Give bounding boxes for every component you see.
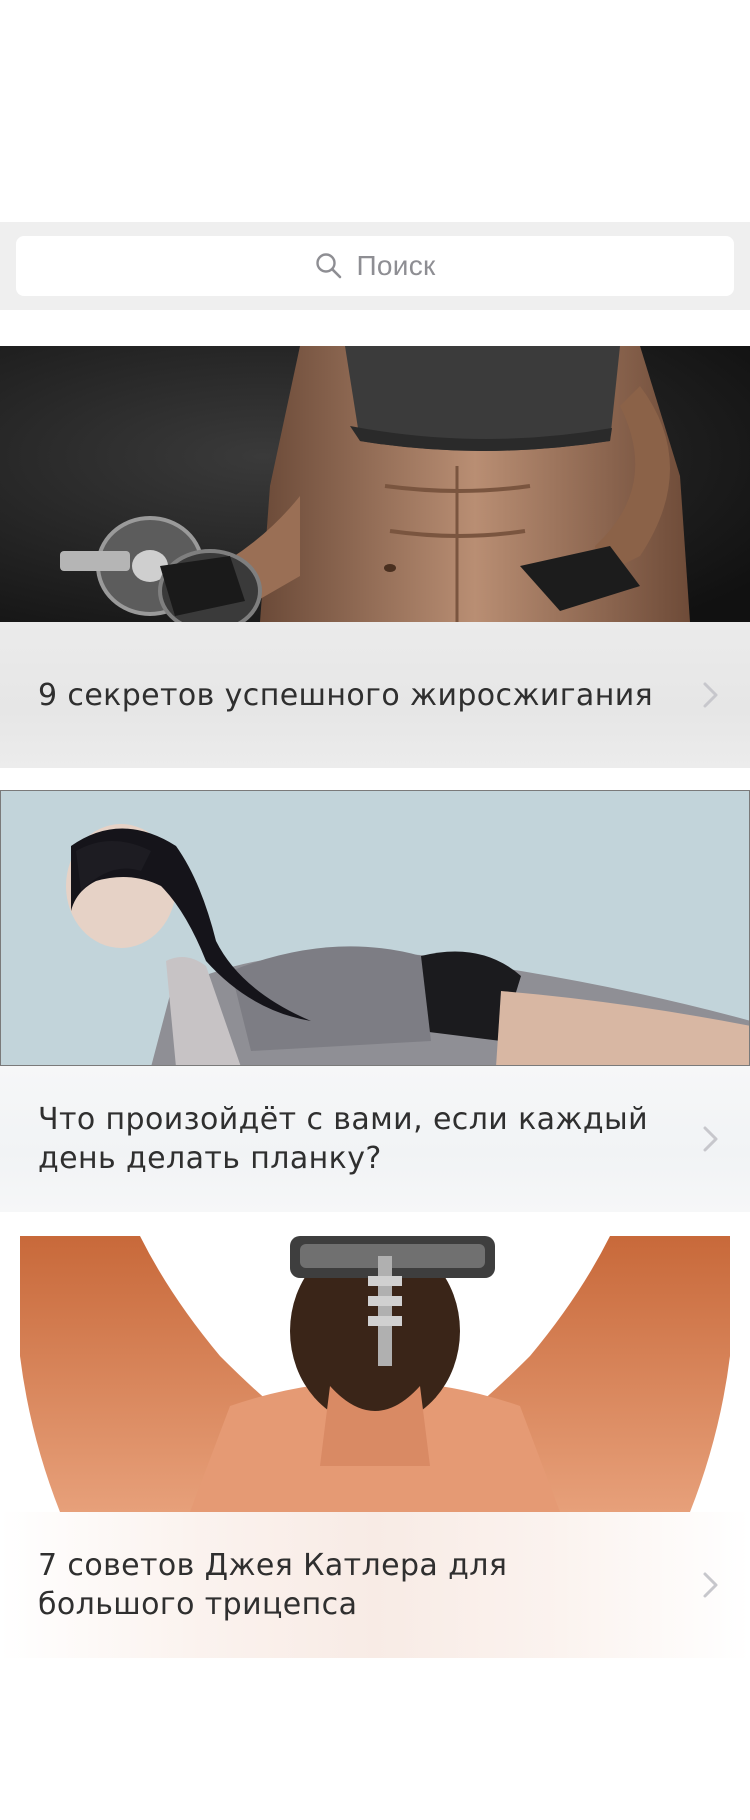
article-card[interactable]: Что произойдёт с вами, если каждый день … [0, 790, 750, 1214]
article-caption: 9 секретов успешного жиросжигания [0, 622, 750, 768]
article-card[interactable]: 9 секретов успешного жиросжигания [0, 346, 750, 768]
top-blank-area [0, 0, 750, 222]
article-title: 7 советов Джея Катлера для большого триц… [38, 1548, 508, 1622]
chevron-right-icon [702, 1124, 720, 1154]
search-input[interactable]: Поиск [16, 236, 734, 296]
article-list-screen: Поиск 9 секретов успешного жиросжигания … [0, 0, 750, 1820]
article-caption: Что произойдёт с вами, если каждый день … [0, 1066, 750, 1212]
article-image-man-triceps [0, 1236, 750, 1512]
article-image-fitness-woman [0, 346, 750, 622]
search-placeholder: Поиск [356, 250, 436, 281]
article-image-woman-plank [0, 790, 750, 1066]
chevron-right-icon [702, 680, 720, 710]
article-title: Что произойдёт с вами, если каждый день … [38, 1102, 648, 1176]
article-caption: 7 советов Джея Катлера для большого триц… [0, 1512, 750, 1658]
chevron-right-icon [702, 1570, 720, 1600]
search-icon [314, 251, 344, 281]
article-title: 9 секретов успешного жиросжигания [38, 677, 654, 713]
article-card[interactable]: 7 советов Джея Катлера для большого триц… [0, 1236, 750, 1660]
search-bar: Поиск [0, 222, 750, 310]
